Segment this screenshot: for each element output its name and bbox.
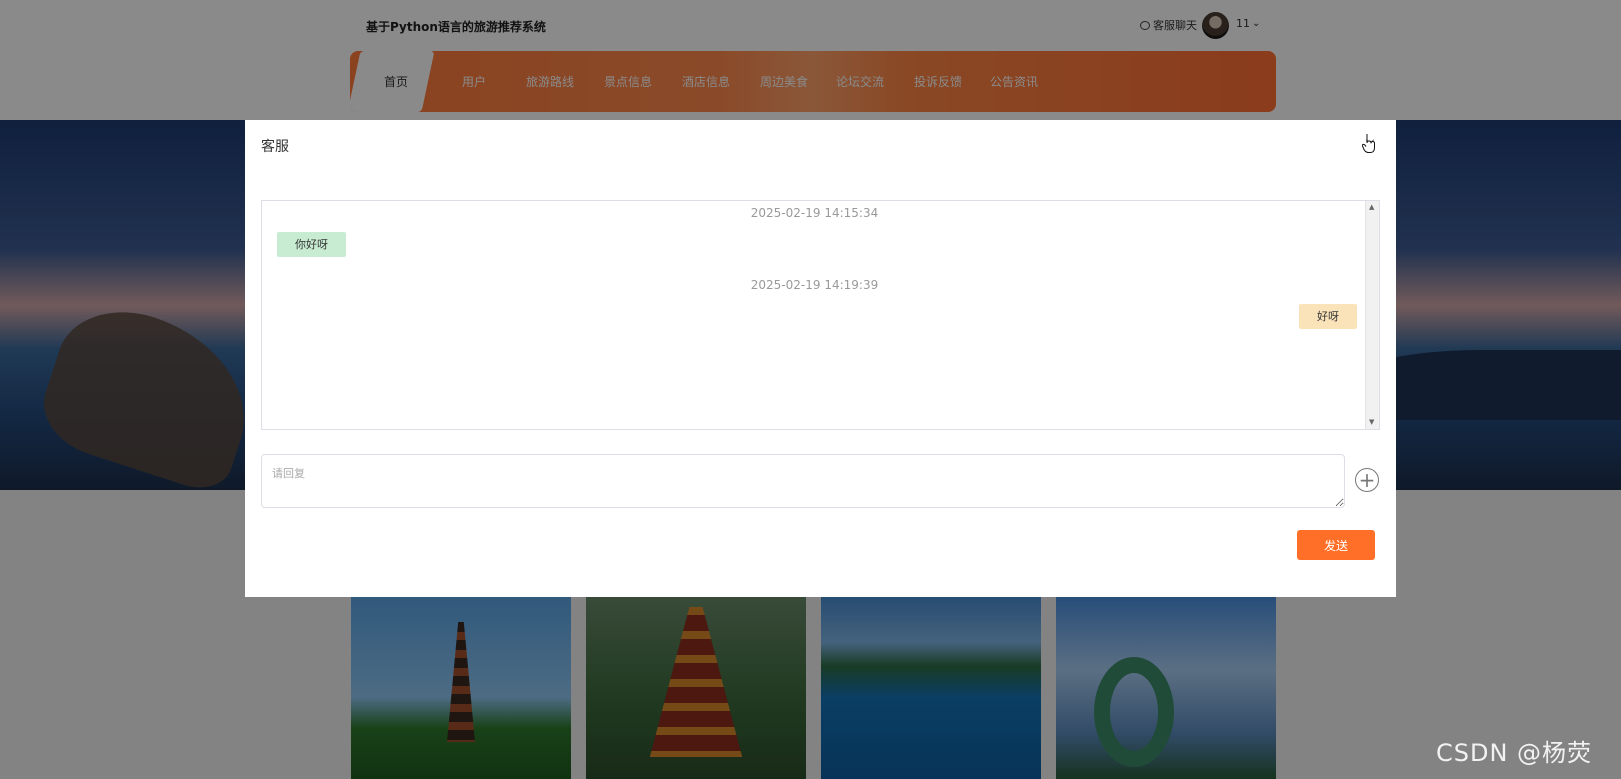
chat-history[interactable]: 2025-02-19 14:15:34 你好呀 2025-02-19 14:19…	[261, 200, 1380, 430]
scroll-down-icon[interactable]: ▼	[1369, 418, 1374, 426]
watermark: CSDN @杨荧	[1436, 739, 1593, 767]
hand-cursor-icon	[1362, 134, 1375, 153]
message-timestamp: 2025-02-19 14:19:39	[750, 278, 879, 292]
reply-input[interactable]	[261, 454, 1345, 508]
page: 基于Python语言的旅游推荐系统 客服聊天 11 ⌄ 首页 用户 旅游路线 景…	[0, 0, 1621, 779]
customer-service-dialog: 客服 ✕ 2025-02-19 14:15:34 你好呀 2025-02-19 …	[245, 120, 1396, 597]
scroll-up-icon[interactable]: ▲	[1369, 203, 1374, 211]
message-timestamp: 2025-02-19 14:15:34	[750, 206, 879, 220]
send-button[interactable]: 发送	[1297, 530, 1375, 560]
message-bubble-right: 好呀	[1299, 304, 1357, 329]
dialog-title: 客服	[261, 139, 289, 155]
message-bubble-left: 你好呀	[277, 232, 346, 257]
chat-scrollbar[interactable]: ▲ ▼	[1365, 201, 1379, 429]
add-circle-icon[interactable]: +	[1355, 468, 1379, 492]
